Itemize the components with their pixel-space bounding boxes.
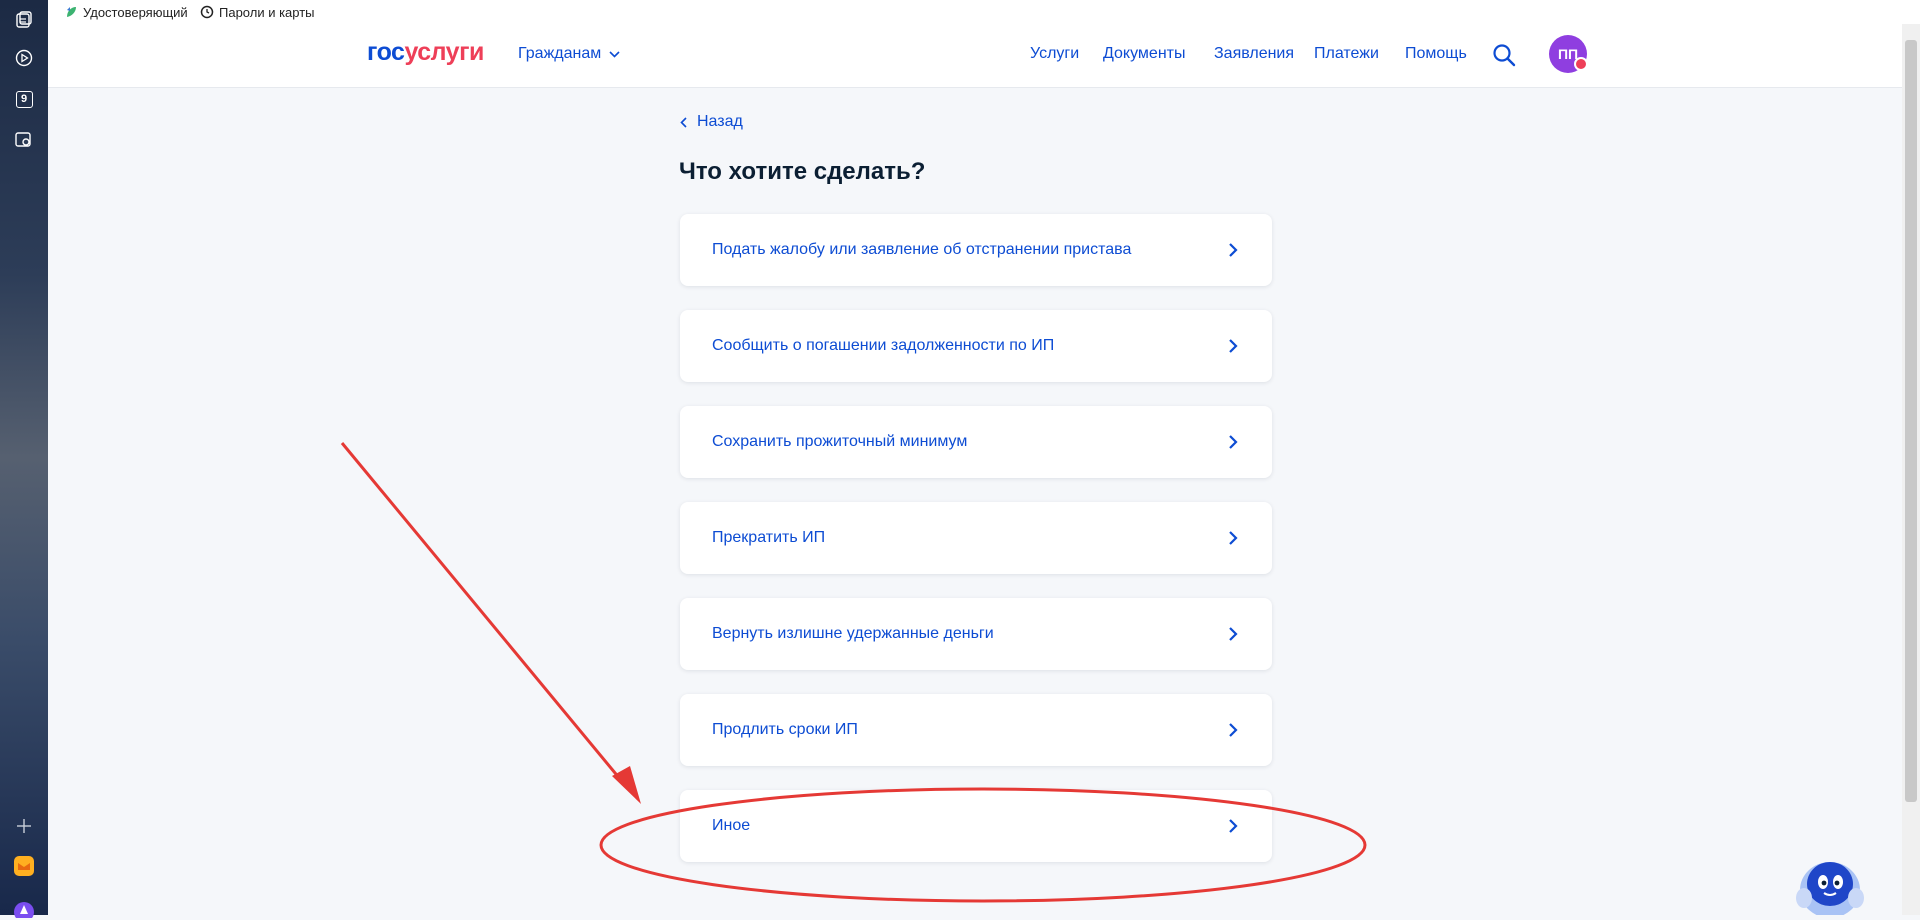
option-card-terminate-ip[interactable]: Прекратить ИП <box>680 502 1272 574</box>
nav-documents[interactable]: Документы <box>1103 45 1185 63</box>
nav-payments[interactable]: Платежи <box>1314 45 1379 63</box>
option-label: Иное <box>712 817 751 834</box>
nav-applications[interactable]: Заявления <box>1214 45 1294 63</box>
chevron-right-icon <box>1229 243 1238 257</box>
chevron-right-icon <box>1229 819 1238 833</box>
nine-icon[interactable]: 9 <box>13 88 35 110</box>
option-card-refund[interactable]: Вернуть излишне удержанные деньги <box>680 598 1272 670</box>
assistant-robot-icon[interactable] <box>1790 850 1870 920</box>
key-icon <box>200 5 214 19</box>
chevron-right-icon <box>1229 531 1238 545</box>
nine-icon-label: 9 <box>15 90 33 108</box>
option-label: Подать жалобу или заявление об отстранен… <box>712 241 1132 258</box>
avatar[interactable]: ПП <box>1549 35 1588 73</box>
back-link-label: Назад <box>697 113 743 130</box>
bookmarks-bar: Удостоверяющий Пароли и карты <box>48 0 1920 25</box>
chevron-down-icon <box>609 50 620 58</box>
notes-icon[interactable] <box>13 9 35 31</box>
bookmark-label: Пароли и карты <box>219 4 315 20</box>
nav-help[interactable]: Помощь <box>1405 45 1467 63</box>
bookmark-item-passwords[interactable]: Пароли и карты <box>200 5 315 20</box>
browser-sidebar: 9 <box>0 0 48 918</box>
option-card-complaint[interactable]: Подать жалобу или заявление об отстранен… <box>680 214 1272 286</box>
plus-icon[interactable] <box>13 815 35 837</box>
bookmark-label: Удостоверяющий <box>83 4 188 20</box>
citizens-menu[interactable]: Гражданам <box>518 45 620 63</box>
play-icon[interactable] <box>13 47 35 69</box>
annotation-arrowhead <box>612 766 641 804</box>
mail-icon[interactable] <box>13 855 35 877</box>
logo-part-gos: гос <box>367 38 405 66</box>
chevron-right-icon <box>1229 435 1238 449</box>
option-card-other[interactable]: Иное <box>680 790 1272 862</box>
chevron-right-icon <box>1229 723 1238 737</box>
alice-icon[interactable] <box>13 898 35 920</box>
chevron-right-icon <box>1229 339 1238 353</box>
notification-dot <box>1574 57 1588 71</box>
logo-part-uslugi: услуги <box>404 38 484 66</box>
option-label: Вернуть излишне удержанные деньги <box>712 625 994 642</box>
chevron-left-icon <box>680 116 687 128</box>
option-label: Прекратить ИП <box>712 529 826 546</box>
chevron-right-icon <box>1229 627 1238 641</box>
leaf-icon <box>67 7 76 17</box>
option-card-debt-repaid[interactable]: Сообщить о погашении задолженности по ИП <box>680 310 1272 382</box>
citizens-menu-label: Гражданам <box>518 45 602 62</box>
option-label: Продлить сроки ИП <box>712 721 858 738</box>
option-label: Сохранить прожиточный минимум <box>712 433 968 450</box>
search-icon[interactable] <box>1492 43 1516 67</box>
gosuslugi-logo[interactable]: госуслуги <box>367 38 484 67</box>
option-card-subsistence-minimum[interactable]: Сохранить прожиточный минимум <box>680 406 1272 478</box>
scrollbar-thumb[interactable] <box>1905 40 1917 802</box>
option-label: Сообщить о погашении задолженности по ИП <box>712 337 1055 354</box>
site-header: госуслуги Гражданам Услуги Документы Зая… <box>48 24 1902 88</box>
bookmark-item-certificate[interactable]: Удостоверяющий <box>64 5 188 20</box>
page-title: Что хотите сделать? <box>679 158 926 185</box>
back-link[interactable]: Назад <box>680 113 743 131</box>
annotation-arrow <box>340 442 627 786</box>
nav-services[interactable]: Услуги <box>1030 45 1079 63</box>
option-card-extend-ip[interactable]: Продлить сроки ИП <box>680 694 1272 766</box>
screenshot-icon[interactable] <box>13 129 35 151</box>
